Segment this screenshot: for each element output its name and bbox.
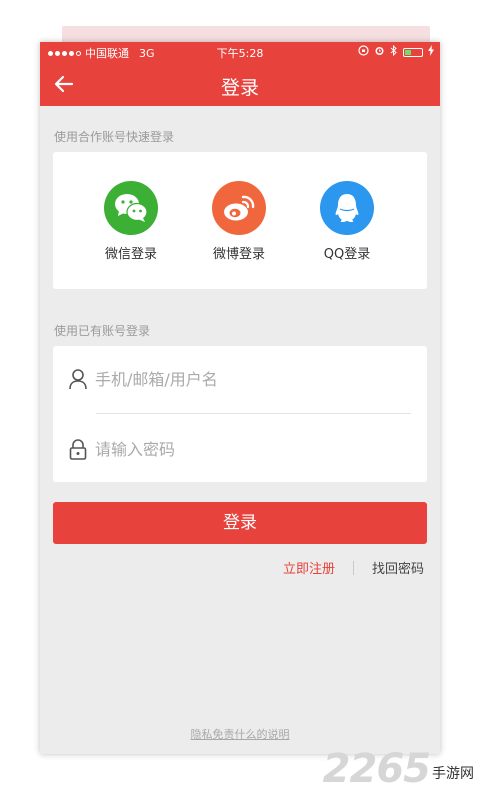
account-login-card	[53, 346, 427, 482]
social-section-label: 使用合作账号快速登录	[54, 130, 175, 144]
watermark-text: 手游网	[432, 766, 474, 782]
charging-icon	[428, 45, 434, 59]
account-section-label: 使用已有账号登录	[54, 324, 151, 338]
account-links: 立即注册 找回密码	[283, 558, 424, 577]
orientation-lock-icon	[358, 45, 369, 59]
username-field	[53, 346, 427, 412]
forgot-password-link[interactable]: 找回密码	[372, 558, 424, 577]
weibo-icon	[212, 181, 266, 235]
phone-screen: 中国联通 3G 下午5:28 登录 使用合作账号快速登录 微信登录 微博登录 Q…	[40, 42, 440, 754]
social-login-card: 微信登录 微博登录 QQ登录	[53, 152, 427, 289]
qq-login-label: QQ登录	[323, 247, 371, 262]
battery-icon	[403, 47, 423, 57]
field-divider	[96, 413, 411, 414]
username-input[interactable]	[95, 364, 405, 394]
weibo-login-label: 微博登录	[212, 247, 265, 262]
register-link[interactable]: 立即注册	[283, 558, 335, 577]
weibo-login-button[interactable]: 微博登录	[199, 181, 279, 262]
bluetooth-icon	[390, 44, 398, 59]
wechat-login-label: 微信登录	[104, 247, 157, 262]
site-watermark: 2265 手游网	[323, 746, 474, 792]
privacy-link[interactable]: 隐私免责什么的说明	[40, 726, 440, 742]
watermark-number: 2265	[322, 746, 431, 792]
page-title: 登录	[220, 77, 259, 99]
user-icon	[68, 368, 88, 390]
alarm-icon	[374, 45, 385, 59]
qq-login-button[interactable]: QQ登录	[307, 181, 387, 262]
link-separator	[352, 560, 354, 575]
nav-bar: 登录	[40, 62, 440, 106]
lock-icon	[68, 438, 88, 460]
wechat-icon	[104, 181, 158, 235]
password-field	[53, 416, 427, 482]
login-button[interactable]: 登录	[53, 502, 427, 544]
status-right	[358, 44, 434, 59]
qq-icon	[320, 181, 374, 235]
battery-fill	[405, 49, 411, 55]
status-bar: 中国联通 3G 下午5:28	[40, 42, 440, 62]
wechat-login-button[interactable]: 微信登录	[91, 181, 171, 262]
password-input[interactable]	[95, 434, 405, 464]
